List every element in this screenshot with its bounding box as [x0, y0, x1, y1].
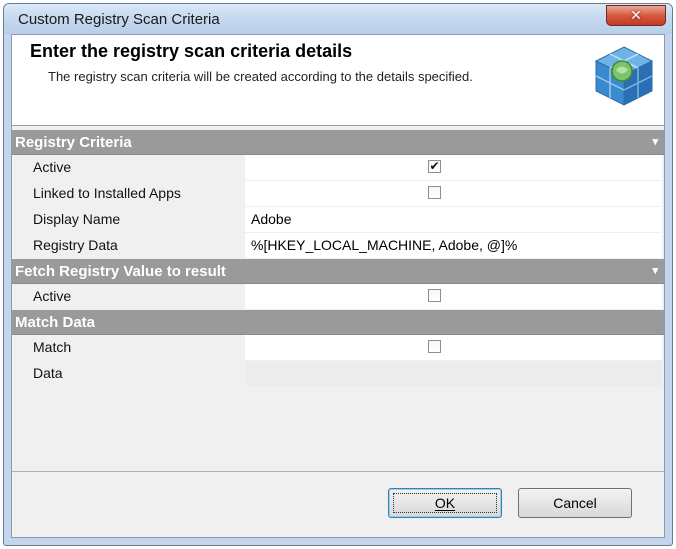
row-data: Data	[12, 361, 664, 387]
collapse-icon[interactable]: ▾	[652, 259, 658, 284]
row-fetch-active: Active	[12, 284, 664, 310]
section-match-data[interactable]: Match Data	[12, 310, 664, 335]
dialog-window: Custom Registry Scan Criteria ✕ Enter th…	[3, 3, 673, 546]
match-checkbox[interactable]	[428, 340, 441, 353]
ok-button[interactable]: OK	[388, 488, 502, 518]
section-title: Match Data	[15, 314, 96, 331]
row-display-name: Display Name Adobe	[12, 207, 664, 233]
cancel-button-label: Cancel	[553, 495, 597, 511]
button-bar: OK Cancel	[12, 471, 664, 537]
fetch-active-checkbox[interactable]	[428, 289, 441, 302]
section-registry-criteria[interactable]: Registry Criteria ▾	[12, 130, 664, 155]
active-value-cell[interactable]: ✔	[245, 155, 662, 180]
match-value-cell[interactable]	[245, 335, 662, 360]
row-label: Display Name	[12, 207, 245, 232]
active-checkbox[interactable]: ✔	[428, 160, 441, 173]
row-active: Active ✔	[12, 155, 664, 181]
registry-cube-icon	[594, 46, 654, 106]
row-label: Active	[12, 155, 245, 180]
cancel-button[interactable]: Cancel	[518, 488, 632, 518]
header-description: The registry scan criteria will be creat…	[48, 69, 473, 84]
row-linked-to-installed-apps: Linked to Installed Apps	[12, 181, 664, 207]
title-bar[interactable]: Custom Registry Scan Criteria ✕	[4, 4, 672, 34]
property-grid: Registry Criteria ▾ Active ✔ Linked to I…	[12, 130, 664, 387]
window-title: Custom Registry Scan Criteria	[18, 11, 220, 28]
section-title: Fetch Registry Value to result	[15, 263, 226, 280]
fetch-active-value-cell[interactable]	[245, 284, 662, 309]
dialog-header: Enter the registry scan criteria details…	[12, 35, 664, 126]
close-button[interactable]: ✕	[606, 5, 666, 26]
header-title: Enter the registry scan criteria details	[30, 41, 353, 61]
registry-data-field[interactable]: %[HKEY_LOCAL_MACHINE, Adobe, @]%	[245, 233, 662, 258]
row-label: Linked to Installed Apps	[12, 181, 245, 206]
row-label: Active	[12, 284, 245, 309]
row-label: Registry Data	[12, 233, 245, 258]
focus-rectangle	[393, 493, 497, 513]
dialog-client-area: Enter the registry scan criteria details…	[11, 34, 665, 538]
collapse-icon[interactable]: ▾	[652, 130, 658, 155]
section-title: Registry Criteria	[15, 134, 132, 151]
section-fetch-registry-value[interactable]: Fetch Registry Value to result ▾	[12, 259, 664, 284]
row-label: Match	[12, 335, 245, 360]
row-label: Data	[12, 361, 245, 386]
close-icon: ✕	[630, 7, 642, 24]
row-registry-data: Registry Data %[HKEY_LOCAL_MACHINE, Adob…	[12, 233, 664, 259]
linked-to-installed-apps-checkbox[interactable]	[428, 186, 441, 199]
display-name-field[interactable]: Adobe	[245, 207, 662, 232]
row-match: Match	[12, 335, 664, 361]
data-field	[245, 361, 662, 386]
linked-value-cell[interactable]	[245, 181, 662, 206]
